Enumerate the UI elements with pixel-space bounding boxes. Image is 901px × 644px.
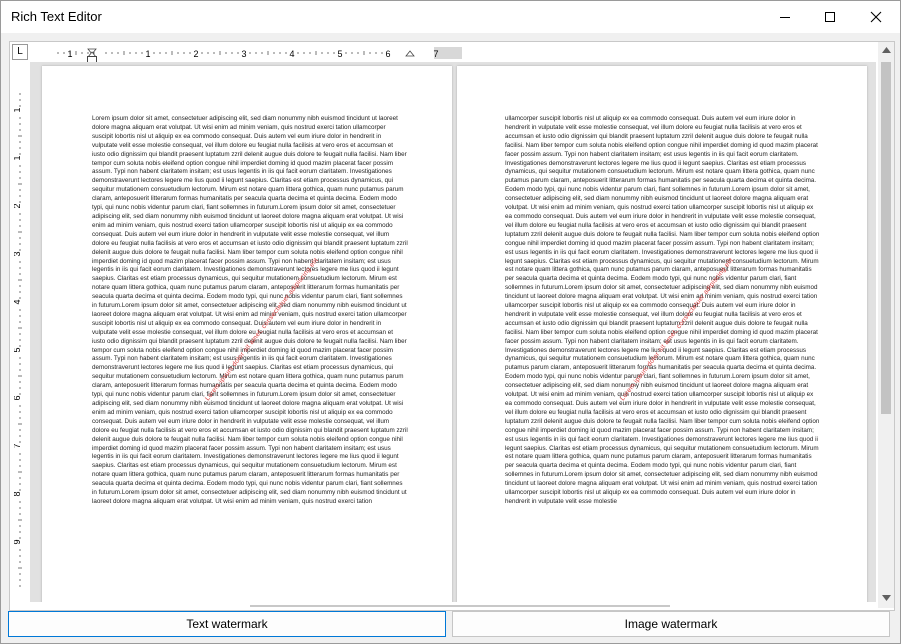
minimize-button[interactable]	[762, 1, 808, 33]
text-watermark-button[interactable]: Text watermark	[8, 611, 446, 637]
title-bar: Rich Text Editor	[1, 1, 900, 33]
image-watermark-button[interactable]: Image watermark	[452, 611, 890, 637]
ruler-number: 9	[14, 539, 22, 544]
rich-text-editor[interactable]: L 1 1 2 3 4 5 6 7 1 1 2 3 4 5 6 7 8 9 Lorem ipsum dolor …	[9, 41, 895, 611]
ruler-number: 2	[14, 203, 22, 208]
close-icon	[870, 11, 882, 23]
arrow-up-icon	[881, 47, 891, 53]
ruler-number: 4	[289, 49, 294, 59]
horizontal-scroll-indicator[interactable]	[250, 605, 670, 607]
scroll-down-button[interactable]	[878, 590, 894, 606]
ruler-number: 5	[337, 49, 342, 59]
page-text[interactable]: Lorem ipsum dolor sit amet, consectetuer…	[92, 115, 408, 507]
ruler-number: 1	[14, 107, 22, 112]
scrollbar-thumb[interactable]	[881, 62, 891, 414]
document-page[interactable]: Lorem ipsum dolor sit amet, consectetuer…	[42, 66, 452, 602]
arrow-down-icon	[881, 595, 891, 601]
ruler-number: 1	[67, 49, 72, 59]
maximize-button[interactable]	[807, 1, 853, 33]
ruler-number: 7	[433, 49, 438, 59]
vertical-scrollbar[interactable]	[878, 42, 894, 608]
ruler-number: 2	[193, 49, 198, 59]
horizontal-ruler[interactable]: 1 1 2 3 4 5 6 7	[34, 46, 462, 59]
maximize-icon	[825, 12, 835, 22]
ruler-number: 3	[14, 251, 22, 256]
close-button[interactable]	[853, 1, 899, 33]
minimize-icon	[780, 17, 790, 18]
ruler-number: 1	[145, 49, 150, 59]
ruler-number: 7	[14, 443, 22, 448]
document-page[interactable]: ullamcorper suscipit lobortis nisl ut al…	[457, 66, 867, 602]
ruler-number: 5	[14, 347, 22, 352]
document-canvas[interactable]: Lorem ipsum dolor sit amet, consectetuer…	[30, 62, 876, 602]
ruler-number: 6	[385, 49, 390, 59]
tab-selector[interactable]: L	[12, 44, 28, 60]
ruler-number: 8	[14, 491, 22, 496]
ruler-number: 3	[241, 49, 246, 59]
ruler-number: 1	[14, 155, 22, 160]
ruler-number: 6	[14, 395, 22, 400]
vertical-ruler[interactable]: 1 1 2 3 4 5 6 7 8 9	[12, 64, 26, 596]
app-window: Rich Text Editor L 1 1 2 3 4 5 6 7 Lorem ipsum …	[0, 0, 901, 644]
scroll-up-button[interactable]	[878, 42, 894, 58]
ruler-number: 4	[14, 299, 22, 304]
page-text[interactable]: ullamcorper suscipit lobortis nisl ut al…	[505, 115, 821, 507]
window-title: Rich Text Editor	[11, 9, 102, 24]
